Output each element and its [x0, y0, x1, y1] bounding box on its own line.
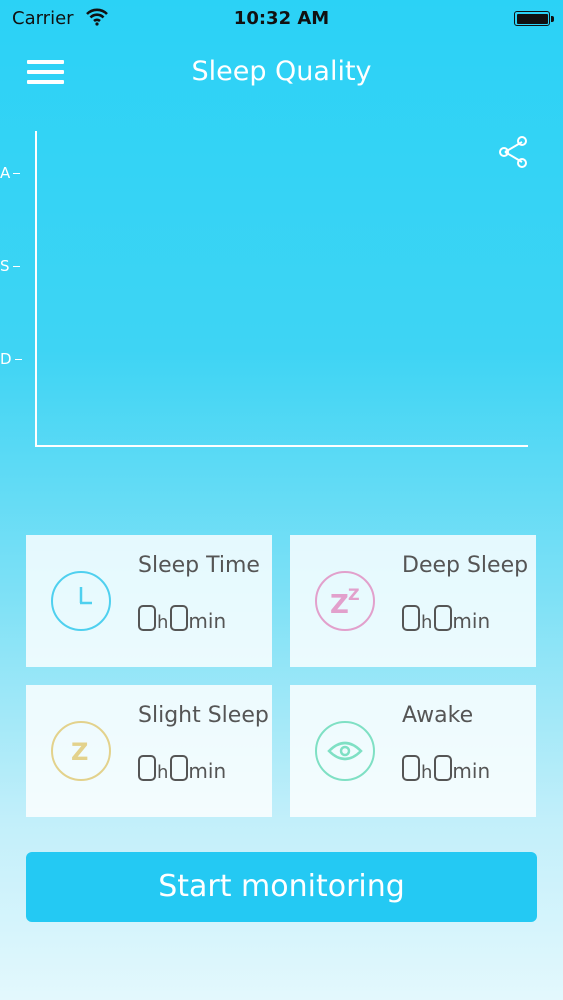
clock-time: 10:32 AM: [233, 8, 330, 29]
sleep-chart: A S D: [0, 114, 563, 474]
stat-label: Sleep Time: [138, 553, 260, 578]
eye-icon: [315, 721, 375, 781]
stat-card-deep-sleep: Z Z Deep Sleep 0h0min: [290, 535, 536, 667]
stat-label: Slight Sleep: [138, 703, 269, 728]
minutes-digit: [434, 605, 453, 631]
minutes-digit: [170, 605, 189, 631]
nav-bar: Sleep Quality: [0, 38, 563, 114]
stat-value: 0h0min: [138, 755, 226, 791]
stat-card-awake: Awake 0h0min: [290, 685, 536, 817]
hours-digit: [402, 605, 420, 631]
zz-icon: Z Z: [315, 571, 375, 631]
start-monitoring-button[interactable]: Start monitoring: [26, 852, 537, 922]
minutes-digit: [170, 755, 189, 781]
y-axis: [35, 131, 37, 447]
hours-digit: [138, 605, 156, 631]
status-bar: Carrier 10:32 AM: [0, 0, 563, 38]
svg-text:Z: Z: [330, 590, 349, 620]
svg-text:Z: Z: [348, 585, 360, 604]
battery-icon: [514, 11, 554, 26]
hours-digit: [138, 755, 156, 781]
stat-value: 0h0min: [402, 605, 490, 641]
clock-icon: [51, 571, 111, 631]
minutes-digit: [434, 755, 453, 781]
hours-digit: [402, 755, 420, 781]
stat-value: 0h0min: [138, 605, 226, 641]
x-axis: [35, 445, 528, 447]
stat-value: 0h0min: [402, 755, 490, 791]
share-icon[interactable]: [497, 134, 531, 170]
stat-label: Awake: [402, 703, 474, 728]
y-tick-deep: D: [0, 350, 22, 368]
y-tick-slight: S: [0, 257, 20, 275]
z-icon: Z: [51, 721, 111, 781]
svg-text:Z: Z: [71, 738, 88, 766]
stat-label: Deep Sleep: [402, 553, 529, 578]
y-tick-awake: A: [0, 164, 21, 182]
stat-card-sleep-time: Sleep Time 0h0min: [26, 535, 272, 667]
stat-card-slight-sleep: Z Slight Sleep 0h0min: [26, 685, 272, 817]
page-title: Sleep Quality: [191, 56, 372, 87]
